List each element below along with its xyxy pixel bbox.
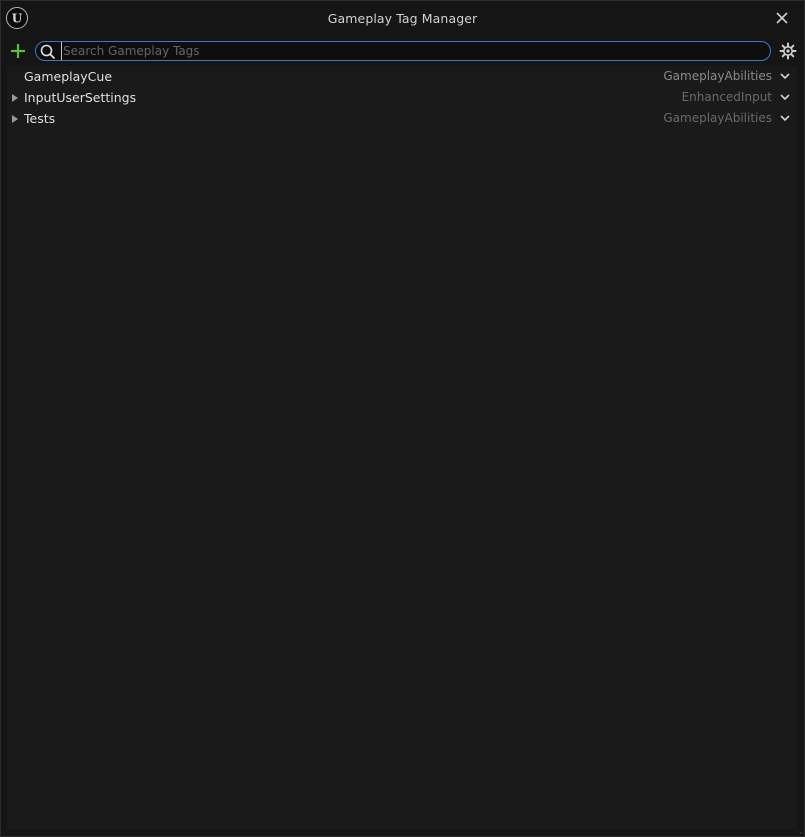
toolbar bbox=[1, 38, 804, 66]
window-title: Gameplay Tag Manager bbox=[327, 11, 478, 26]
search-input[interactable] bbox=[61, 42, 763, 60]
tag-name: Tests bbox=[24, 111, 56, 126]
chevron-down-icon[interactable] bbox=[779, 113, 791, 123]
gameplay-tag-manager-window: U Gameplay Tag Manager Search Gameplay T… bbox=[0, 0, 805, 837]
expand-arrow-icon[interactable] bbox=[11, 93, 19, 103]
tag-name: InputUserSettings bbox=[24, 90, 137, 105]
tag-source: EnhancedInput bbox=[681, 90, 772, 104]
tag-row-gameplaycue[interactable]: GameplayCue GameplayAbilities bbox=[7, 66, 797, 87]
search-box[interactable] bbox=[35, 41, 771, 61]
tag-source: GameplayAbilities bbox=[663, 111, 772, 125]
tag-row-tests[interactable]: Tests GameplayAbilities bbox=[7, 108, 797, 129]
chevron-down-icon[interactable] bbox=[779, 92, 791, 102]
tag-name: GameplayCue bbox=[24, 69, 113, 84]
expand-arrow-icon[interactable] bbox=[11, 114, 19, 124]
chevron-down-icon[interactable] bbox=[779, 71, 791, 81]
gear-icon[interactable] bbox=[779, 42, 797, 60]
tag-row-inputusersettings[interactable]: InputUserSettings EnhancedInput bbox=[7, 87, 797, 108]
title-bar[interactable]: U Gameplay Tag Manager bbox=[1, 1, 804, 37]
close-icon[interactable] bbox=[775, 11, 789, 25]
search-icon bbox=[40, 44, 56, 60]
add-tag-button[interactable] bbox=[9, 42, 27, 60]
resize-grip-icon[interactable] bbox=[798, 830, 802, 834]
tag-source: GameplayAbilities bbox=[663, 69, 772, 83]
gameplay-tag-tree: GameplayCue GameplayAbilities InputUserS… bbox=[7, 66, 797, 829]
